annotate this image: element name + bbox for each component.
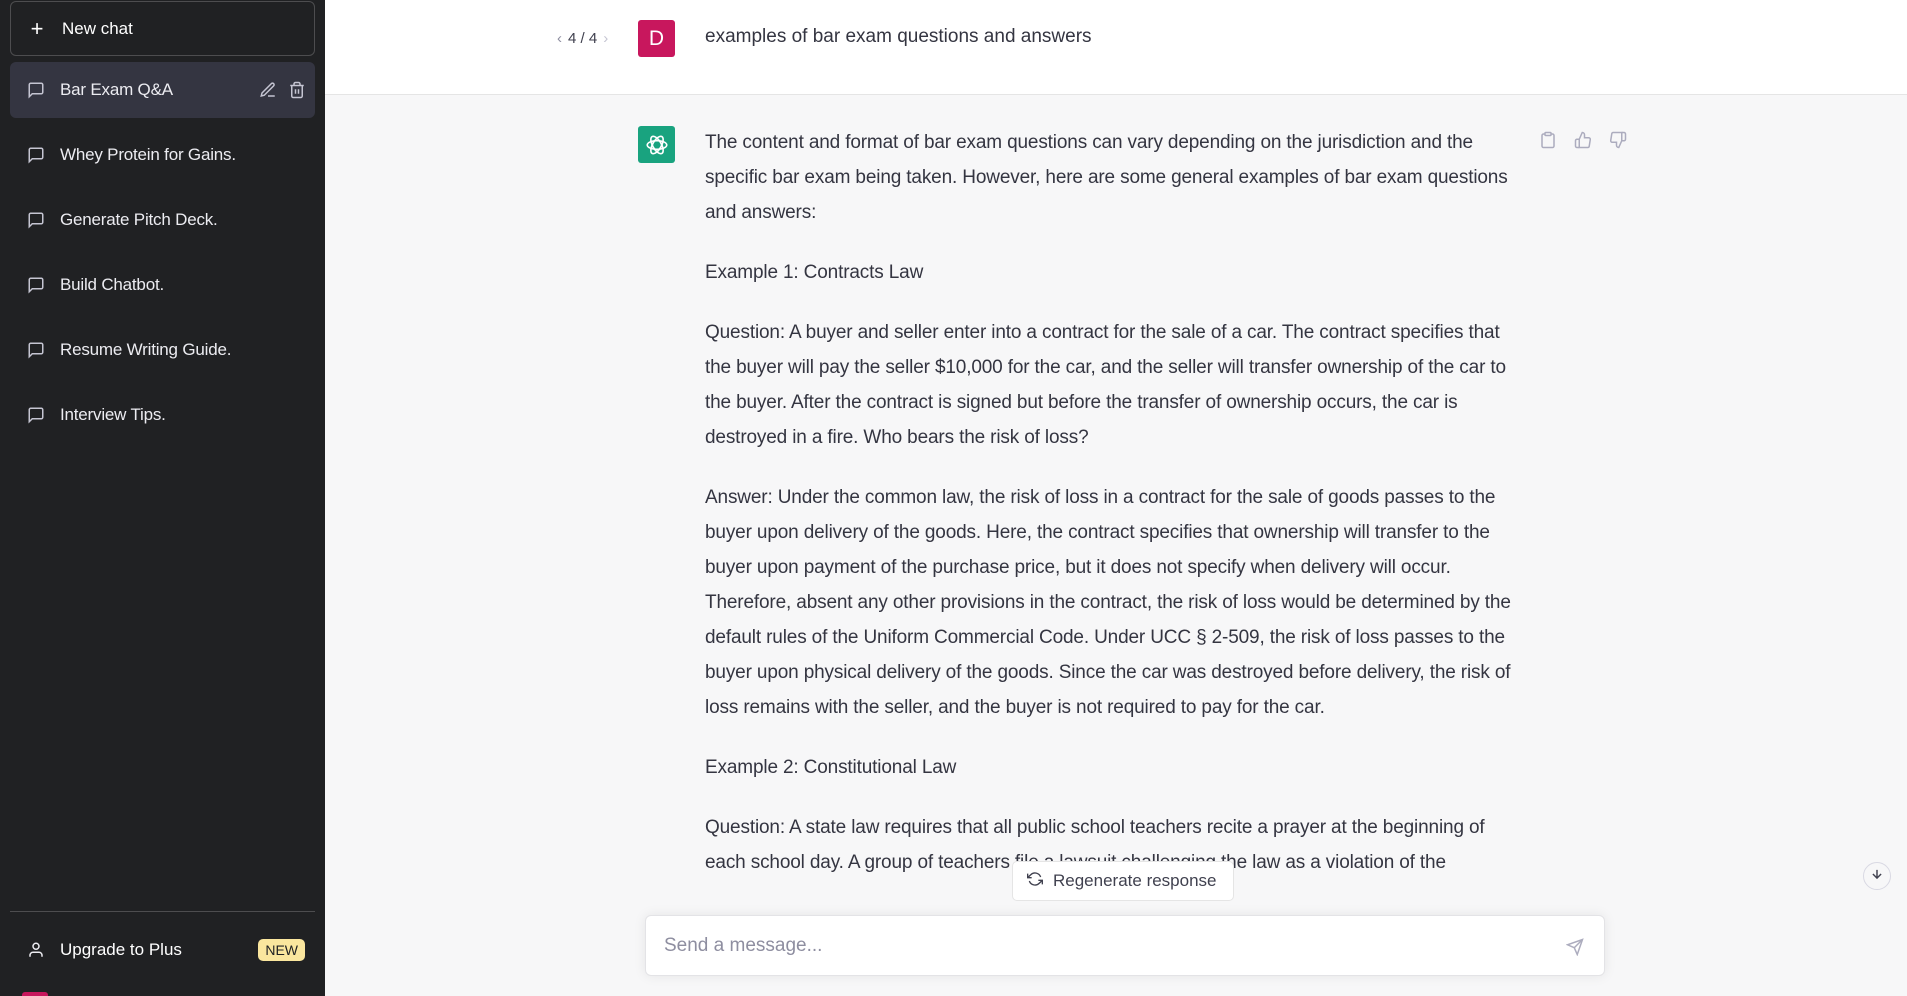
user-message-text: examples of bar exam questions and answe… [705, 26, 1092, 47]
chat-item-build-chatbot[interactable]: Build Chatbot. [10, 257, 315, 313]
new-chat-button[interactable]: + New chat [10, 1, 315, 56]
chat-bubble-icon [26, 80, 46, 100]
trash-icon[interactable] [287, 80, 307, 100]
edit-pencil-icon[interactable] [258, 80, 278, 100]
chat-item-label: Interview Tips. [60, 405, 166, 424]
send-icon[interactable] [1564, 936, 1586, 958]
chat-history-list: Bar Exam Q&A Whey Protein for Gains. Gen… [10, 62, 315, 452]
upgrade-label: Upgrade to Plus [60, 940, 182, 959]
refresh-icon [1027, 871, 1043, 892]
chat-item-label: Generate Pitch Deck. [60, 210, 218, 229]
pager-prev-button[interactable]: ‹ [557, 30, 562, 47]
response-paragraph: Answer: Under the common law, the risk o… [705, 487, 1511, 718]
chat-bubble-icon [26, 340, 46, 360]
pager-next-button[interactable]: › [603, 30, 608, 47]
chat-item-label: Build Chatbot. [60, 275, 164, 294]
assistant-logo-icon [638, 126, 675, 163]
message-actions [1537, 129, 1628, 150]
chat-bubble-icon [26, 210, 46, 230]
sidebar: + New chat Bar Exam Q&A Whey Protein for… [0, 0, 325, 996]
account-avatar[interactable] [22, 992, 48, 996]
regenerate-label: Regenerate response [1053, 871, 1217, 890]
plus-icon: + [30, 15, 44, 41]
upgrade-to-plus-button[interactable]: Upgrade to Plus NEW [10, 925, 315, 975]
chat-bubble-icon [26, 405, 46, 425]
chat-item-label: Bar Exam Q&A [60, 80, 173, 99]
regenerate-response-button[interactable]: Regenerate response [1012, 861, 1234, 901]
chat-item-label: Whey Protein for Gains. [60, 145, 236, 164]
message-input[interactable] [664, 934, 1544, 957]
copy-clipboard-icon[interactable] [1537, 129, 1558, 150]
assistant-response: The content and format of bar exam quest… [705, 125, 1525, 905]
sidebar-divider [10, 911, 315, 912]
response-heading: Example 1: Contracts Law [705, 262, 924, 283]
pager-count: 4 / 4 [568, 30, 598, 47]
chat-item-resume-guide[interactable]: Resume Writing Guide. [10, 322, 315, 378]
new-chat-label: New chat [62, 18, 133, 38]
user-icon [26, 940, 46, 960]
response-paragraph: Question: A buyer and seller enter into … [705, 322, 1506, 448]
chat-item-interview-tips[interactable]: Interview Tips. [10, 387, 315, 443]
message-composer [645, 915, 1605, 976]
arrow-down-icon [1870, 867, 1884, 886]
chat-item-pitch-deck[interactable]: Generate Pitch Deck. [10, 192, 315, 248]
user-avatar: D [638, 20, 675, 57]
thumbs-down-icon[interactable] [1607, 129, 1628, 150]
response-heading: Example 2: Constitutional Law [705, 757, 957, 778]
chat-item-whey-protein[interactable]: Whey Protein for Gains. [10, 127, 315, 183]
thumbs-up-icon[interactable] [1572, 129, 1593, 150]
new-badge: NEW [258, 939, 305, 961]
conversation-pane: ‹ 4 / 4 › D examples of bar exam questio… [325, 0, 1907, 996]
response-paragraph: The content and format of bar exam quest… [705, 132, 1508, 223]
response-pager: ‹ 4 / 4 › [557, 30, 608, 47]
chat-item-label: Resume Writing Guide. [60, 340, 232, 359]
chat-bubble-icon [26, 275, 46, 295]
user-message-row: ‹ 4 / 4 › D examples of bar exam questio… [325, 0, 1907, 95]
chat-item-bar-exam[interactable]: Bar Exam Q&A [10, 62, 315, 118]
scroll-to-bottom-button[interactable] [1863, 862, 1891, 890]
chat-bubble-icon [26, 145, 46, 165]
